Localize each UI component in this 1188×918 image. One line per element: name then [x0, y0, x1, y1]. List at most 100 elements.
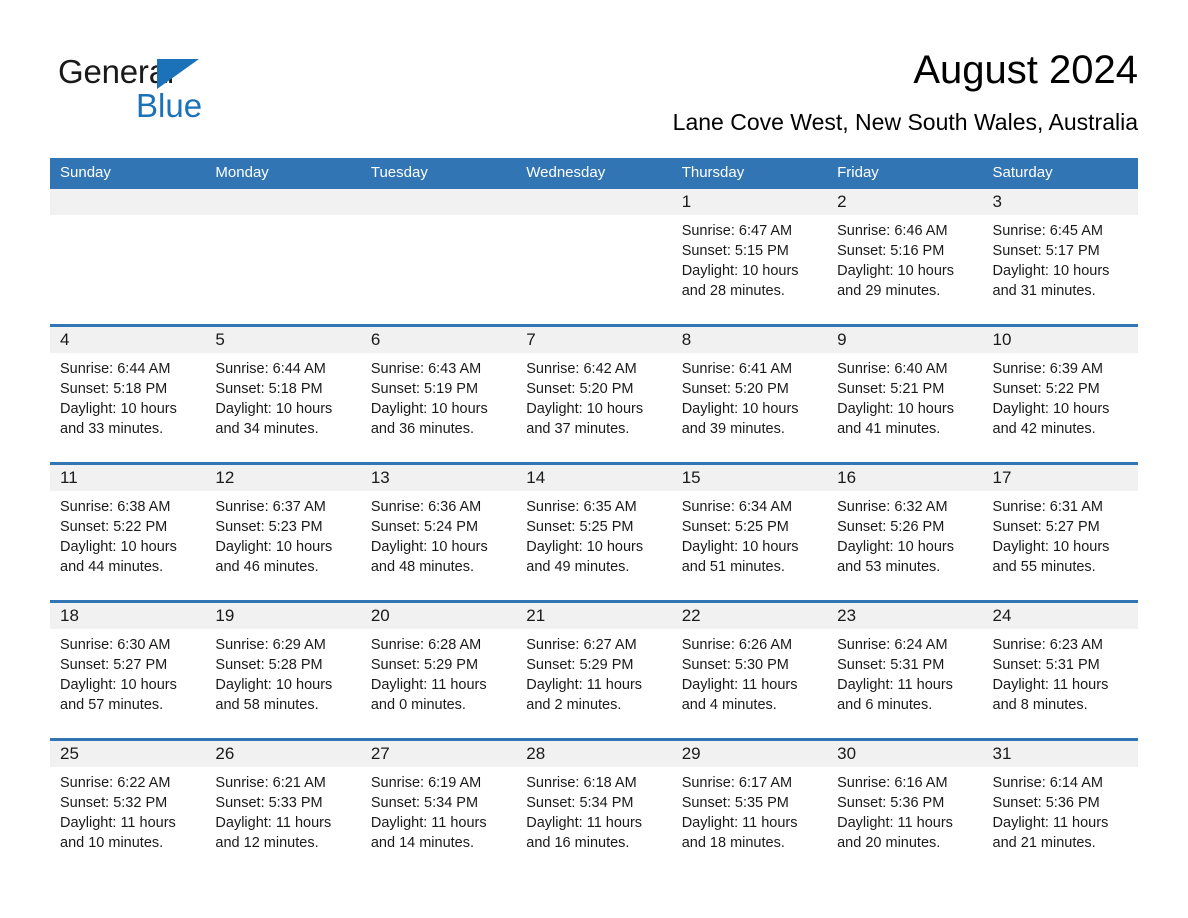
- day-cell-inner: 14 Sunrise: 6:35 AM Sunset: 5:25 PM Dayligh…: [516, 465, 672, 600]
- daylight-duration-line1: Daylight: 10 hours: [992, 401, 1110, 417]
- daylight-duration-line2: and 8 minutes.: [992, 697, 1088, 713]
- day-number: 16: [827, 465, 983, 491]
- day-cell-inner: 19 Sunrise: 6:29 AM Sunset: 5:28 PM Dayligh…: [205, 603, 361, 738]
- calendar-day-cell[interactable]: 17 Sunrise: 6:31 AM Sunset: 5:27 PM Dayligh…: [982, 462, 1138, 602]
- day-cell-details: Sunrise: 6:18 AM Sunset: 5:34 PM Daylight:…: [516, 767, 671, 853]
- page-subtitle-location: Lane Cove West, New South Wales, Austral…: [672, 109, 1138, 135]
- sunset-time: Sunset: 5:34 PM: [370, 795, 479, 811]
- day-cell-details: [361, 215, 516, 221]
- day-number: 4: [50, 327, 206, 353]
- calendar-day-cell: [205, 189, 361, 326]
- calendar-day-cell[interactable]: 10 Sunrise: 6:39 AM Sunset: 5:22 PM Dayligh…: [982, 324, 1138, 464]
- day-number: 12: [205, 465, 361, 491]
- calendar-day-cell[interactable]: 18 Sunrise: 6:30 AM Sunset: 5:27 PM Dayligh…: [50, 600, 206, 740]
- calendar-day-cell[interactable]: 14 Sunrise: 6:35 AM Sunset: 5:25 PM Dayligh…: [516, 462, 672, 602]
- calendar-day-cell[interactable]: 25 Sunrise: 6:22 AM Sunset: 5:32 PM Dayligh…: [50, 738, 206, 876]
- daylight-duration-line2: and 44 minutes.: [60, 559, 164, 575]
- calendar-day-cell[interactable]: 20 Sunrise: 6:28 AM Sunset: 5:29 PM Dayligh…: [360, 600, 517, 740]
- calendar-day-cell[interactable]: 23 Sunrise: 6:24 AM Sunset: 5:31 PM Dayligh…: [827, 600, 983, 740]
- calendar-day-cell[interactable]: 21 Sunrise: 6:27 AM Sunset: 5:29 PM Dayligh…: [516, 600, 672, 740]
- daylight-duration-line1: Daylight: 10 hours: [370, 401, 488, 417]
- calendar-day-cell[interactable]: 6 Sunrise: 6:43 AM Sunset: 5:19 PM Daylight…: [360, 324, 517, 464]
- daylight-duration-line1: Daylight: 10 hours: [526, 401, 644, 417]
- sunset-time: Sunset: 5:32 PM: [60, 795, 168, 811]
- day-cell-details: Sunrise: 6:41 AM Sunset: 5:20 PM Daylight:…: [672, 353, 827, 439]
- sunrise-time: Sunrise: 6:45 AM: [992, 223, 1103, 239]
- sunrise-time: Sunrise: 6:36 AM: [370, 499, 482, 515]
- day-number: 9: [827, 327, 983, 353]
- calendar-day-cell[interactable]: 16 Sunrise: 6:32 AM Sunset: 5:26 PM Dayligh…: [827, 462, 983, 602]
- calendar-day-cell[interactable]: 12 Sunrise: 6:37 AM Sunset: 5:23 PM Dayligh…: [205, 462, 361, 602]
- calendar-day-cell[interactable]: 30 Sunrise: 6:16 AM Sunset: 5:36 PM Dayligh…: [827, 738, 983, 876]
- day-number: 6: [360, 327, 517, 353]
- day-cell-details: Sunrise: 6:26 AM Sunset: 5:30 PM Daylight:…: [672, 629, 827, 715]
- day-cell-inner: 24 Sunrise: 6:23 AM Sunset: 5:31 PM Dayligh…: [982, 603, 1138, 738]
- day-cell-details: Sunrise: 6:40 AM Sunset: 5:21 PM Daylight:…: [827, 353, 982, 439]
- day-cell-details: Sunrise: 6:23 AM Sunset: 5:31 PM Daylight:…: [983, 629, 1138, 715]
- calendar-day-cell[interactable]: 2 Sunrise: 6:46 AM Sunset: 5:16 PM Daylight…: [827, 189, 983, 326]
- daylight-duration-line2: and 51 minutes.: [681, 559, 785, 575]
- calendar-page: General Blue August 2024 Lane Cove West,…: [0, 0, 1188, 918]
- day-cell-details: Sunrise: 6:45 AM Sunset: 5:17 PM Daylight:…: [983, 215, 1138, 301]
- daylight-duration-line1: Daylight: 10 hours: [992, 539, 1110, 555]
- daylight-duration-line2: and 48 minutes.: [370, 559, 475, 575]
- daylight-duration-line2: and 37 minutes.: [526, 421, 630, 437]
- day-number: [50, 189, 206, 215]
- sunset-time: Sunset: 5:15 PM: [681, 243, 789, 259]
- calendar-day-cell[interactable]: 5 Sunrise: 6:44 AM Sunset: 5:18 PM Daylight…: [205, 324, 361, 464]
- day-number: 22: [671, 603, 828, 629]
- day-cell-inner: 11 Sunrise: 6:38 AM Sunset: 5:22 PM Dayligh…: [50, 465, 206, 600]
- day-cell-inner: 29 Sunrise: 6:17 AM Sunset: 5:35 PM Dayligh…: [671, 741, 828, 876]
- daylight-duration-line2: and 12 minutes.: [215, 835, 319, 851]
- calendar-day-cell[interactable]: 27 Sunrise: 6:19 AM Sunset: 5:34 PM Dayligh…: [360, 738, 517, 876]
- weekday-header-sunday: Sunday: [50, 158, 206, 189]
- sunrise-time: Sunrise: 6:44 AM: [215, 361, 326, 377]
- daylight-duration-line2: and 34 minutes.: [215, 421, 319, 437]
- day-cell-details: Sunrise: 6:31 AM Sunset: 5:27 PM Daylight:…: [983, 491, 1138, 577]
- calendar-day-cell[interactable]: 8 Sunrise: 6:41 AM Sunset: 5:20 PM Daylight…: [671, 324, 828, 464]
- calendar-day-cell[interactable]: 28 Sunrise: 6:18 AM Sunset: 5:34 PM Dayligh…: [516, 738, 672, 876]
- day-number: [205, 189, 361, 215]
- sunset-time: Sunset: 5:27 PM: [992, 519, 1100, 535]
- calendar-day-cell[interactable]: 7 Sunrise: 6:42 AM Sunset: 5:20 PM Daylight…: [516, 324, 672, 464]
- day-cell-inner: 23 Sunrise: 6:24 AM Sunset: 5:31 PM Dayligh…: [827, 603, 983, 738]
- day-cell-inner: 10 Sunrise: 6:39 AM Sunset: 5:22 PM Dayligh…: [982, 327, 1138, 462]
- calendar-day-cell[interactable]: 15 Sunrise: 6:34 AM Sunset: 5:25 PM Dayligh…: [671, 462, 828, 602]
- sunrise-time: Sunrise: 6:41 AM: [681, 361, 793, 377]
- sunset-time: Sunset: 5:17 PM: [992, 243, 1100, 259]
- calendar-day-cell[interactable]: 4 Sunrise: 6:44 AM Sunset: 5:18 PM Daylight…: [50, 324, 206, 464]
- calendar-day-cell[interactable]: 11 Sunrise: 6:38 AM Sunset: 5:22 PM Dayligh…: [50, 462, 206, 602]
- calendar-day-cell[interactable]: 9 Sunrise: 6:40 AM Sunset: 5:21 PM Daylight…: [827, 324, 983, 464]
- calendar-day-cell[interactable]: 29 Sunrise: 6:17 AM Sunset: 5:35 PM Dayligh…: [671, 738, 828, 876]
- general-blue-logo[interactable]: General Blue: [58, 55, 358, 135]
- calendar-day-cell[interactable]: 31 Sunrise: 6:14 AM Sunset: 5:36 PM Dayligh…: [982, 738, 1138, 876]
- day-cell-inner: 31 Sunrise: 6:14 AM Sunset: 5:36 PM Dayligh…: [982, 741, 1138, 876]
- daylight-duration-line2: and 31 minutes.: [992, 283, 1096, 299]
- sunset-time: Sunset: 5:18 PM: [215, 381, 323, 397]
- day-number: 7: [516, 327, 672, 353]
- sunset-time: Sunset: 5:27 PM: [60, 657, 168, 673]
- calendar-day-cell[interactable]: 19 Sunrise: 6:29 AM Sunset: 5:28 PM Dayligh…: [205, 600, 361, 740]
- sunset-time: Sunset: 5:16 PM: [837, 243, 945, 259]
- day-cell-details: Sunrise: 6:19 AM Sunset: 5:34 PM Daylight:…: [361, 767, 516, 853]
- day-cell-details: [516, 215, 671, 221]
- daylight-duration-line1: Daylight: 11 hours: [681, 815, 798, 831]
- daylight-duration-line1: Daylight: 10 hours: [60, 401, 177, 417]
- calendar-day-cell[interactable]: 13 Sunrise: 6:36 AM Sunset: 5:24 PM Dayligh…: [360, 462, 517, 602]
- weekday-header-tuesday: Tuesday: [360, 158, 517, 189]
- calendar-day-cell[interactable]: 24 Sunrise: 6:23 AM Sunset: 5:31 PM Dayligh…: [982, 600, 1138, 740]
- sunrise-time: Sunrise: 6:18 AM: [526, 775, 637, 791]
- daylight-duration-line1: Daylight: 10 hours: [992, 263, 1110, 279]
- daylight-duration-line2: and 4 minutes.: [681, 697, 777, 713]
- daylight-duration-line1: Daylight: 10 hours: [60, 539, 177, 555]
- calendar-day-cell[interactable]: 22 Sunrise: 6:26 AM Sunset: 5:30 PM Dayligh…: [671, 600, 828, 740]
- day-cell-details: Sunrise: 6:30 AM Sunset: 5:27 PM Daylight:…: [50, 629, 205, 715]
- calendar-day-cell[interactable]: 1 Sunrise: 6:47 AM Sunset: 5:15 PM Daylight…: [671, 189, 828, 326]
- day-cell-details: Sunrise: 6:14 AM Sunset: 5:36 PM Daylight:…: [983, 767, 1138, 853]
- daylight-duration-line2: and 55 minutes.: [992, 559, 1096, 575]
- day-cell-inner: 22 Sunrise: 6:26 AM Sunset: 5:30 PM Dayligh…: [671, 603, 828, 738]
- calendar-day-cell[interactable]: 26 Sunrise: 6:21 AM Sunset: 5:33 PM Dayligh…: [205, 738, 361, 876]
- calendar-body: 1 Sunrise: 6:47 AM Sunset: 5:15 PM Daylight…: [50, 189, 1138, 876]
- day-number: 10: [982, 327, 1138, 353]
- calendar-day-cell[interactable]: 3 Sunrise: 6:45 AM Sunset: 5:17 PM Daylight…: [982, 189, 1138, 326]
